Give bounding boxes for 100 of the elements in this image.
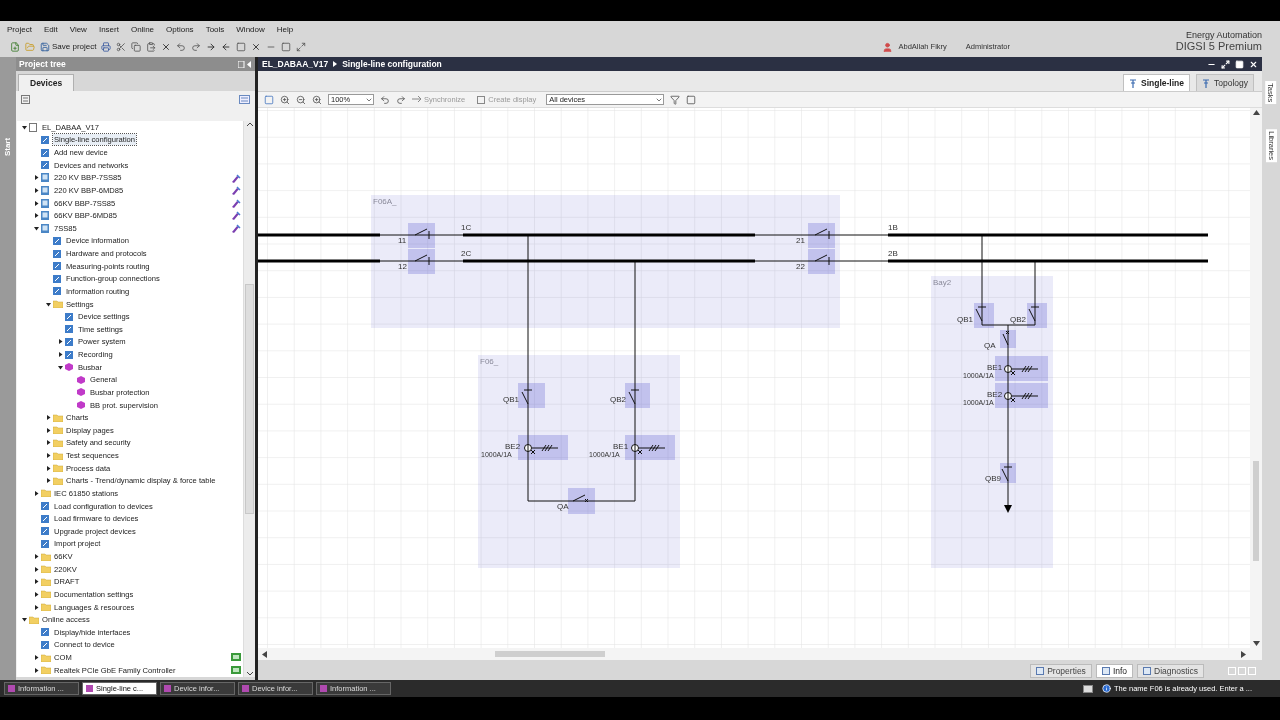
- restore-icon[interactable]: [1221, 59, 1230, 69]
- devices-tab[interactable]: Devices: [18, 74, 75, 91]
- device-label: 21: [796, 236, 805, 245]
- menu-item[interactable]: Options: [165, 24, 195, 36]
- inspector-tab[interactable]: Info: [1095, 664, 1134, 678]
- menu-item[interactable]: Tools: [204, 24, 226, 36]
- busbar[interactable]: [258, 233, 1210, 237]
- close-icon[interactable]: [251, 42, 262, 52]
- expanded-arrow-icon[interactable]: [46, 301, 51, 307]
- breaker-symbol[interactable]: [1000, 330, 1016, 348]
- breadcrumb-item[interactable]: EL_DABAA_V17: [262, 57, 329, 71]
- disconnector-symbol[interactable]: [808, 223, 835, 248]
- collapsed-arrow-icon[interactable]: [46, 415, 51, 421]
- disconnector-symbol[interactable]: [1027, 303, 1047, 328]
- current-transformer-symbol[interactable]: [518, 435, 568, 460]
- delete-icon[interactable]: [161, 42, 172, 52]
- menu-item[interactable]: Online: [129, 24, 156, 36]
- device-label: 22: [796, 262, 805, 271]
- scroll-up-icon[interactable]: [245, 121, 254, 127]
- scrollbar-thumb[interactable]: [1253, 461, 1259, 561]
- collapsed-arrow-icon[interactable]: [34, 579, 39, 585]
- collapse-panel-icon[interactable]: [238, 60, 252, 68]
- menu-item[interactable]: Help: [275, 24, 295, 36]
- menu-item[interactable]: Window: [235, 24, 266, 36]
- disconnector-symbol[interactable]: [408, 249, 435, 274]
- scroll-left-icon[interactable]: [262, 650, 267, 658]
- redo-icon[interactable]: [191, 42, 202, 52]
- zoom-out-icon[interactable]: [296, 94, 306, 105]
- scrollbar-thumb[interactable]: [495, 651, 605, 657]
- inspector-tab[interactable]: Diagnostics: [1137, 664, 1204, 678]
- forward-arrow-icon[interactable]: [206, 42, 217, 52]
- disconnector-symbol[interactable]: [408, 223, 435, 248]
- paste-icon[interactable]: [146, 42, 157, 52]
- collapsed-arrow-icon[interactable]: [58, 352, 63, 358]
- scroll-up-icon[interactable]: [1252, 110, 1260, 115]
- collapsed-arrow-icon[interactable]: [46, 465, 51, 471]
- zoom-area-icon[interactable]: [280, 94, 290, 105]
- collapsed-arrow-icon[interactable]: [34, 213, 39, 219]
- expanded-arrow-icon[interactable]: [58, 364, 63, 370]
- disconnector-symbol[interactable]: [808, 249, 835, 274]
- close-icon[interactable]: [1249, 59, 1258, 69]
- save-project-button[interactable]: Save project: [40, 41, 97, 53]
- rotate-right-icon[interactable]: [396, 94, 406, 105]
- disconnector-symbol[interactable]: [1000, 463, 1016, 483]
- expanded-arrow-icon[interactable]: [22, 617, 27, 623]
- collapsed-arrow-icon[interactable]: [34, 490, 39, 496]
- collapsed-arrow-icon[interactable]: [58, 339, 63, 345]
- message-icon[interactable]: [1083, 684, 1093, 693]
- busbar[interactable]: [258, 259, 1210, 263]
- collapsed-arrow-icon[interactable]: [34, 187, 39, 193]
- rotate-left-icon[interactable]: [380, 94, 390, 105]
- collapsed-arrow-icon[interactable]: [34, 604, 39, 610]
- collapsed-arrow-icon[interactable]: [46, 440, 51, 446]
- filter-icon[interactable]: [670, 94, 681, 105]
- breadcrumb-item[interactable]: Single-line configuration: [342, 57, 442, 71]
- collapsed-arrow-icon[interactable]: [46, 427, 51, 433]
- print-icon[interactable]: [101, 42, 112, 52]
- tab-icon: [1036, 667, 1045, 675]
- back-arrow-icon[interactable]: [221, 42, 232, 52]
- collapsed-arrow-icon[interactable]: [34, 591, 39, 597]
- bay-area[interactable]: [371, 195, 840, 328]
- page-icon: [41, 628, 49, 637]
- disconnector-symbol[interactable]: [625, 383, 650, 408]
- collapsed-arrow-icon[interactable]: [34, 175, 39, 181]
- collapsed-arrow-icon[interactable]: [34, 200, 39, 206]
- device-label: QB1: [503, 395, 519, 404]
- tree-view-icon[interactable]: [21, 95, 30, 104]
- page-icon: [53, 287, 61, 296]
- zoom-in-icon[interactable]: [312, 94, 322, 105]
- list-view-icon[interactable]: [239, 95, 250, 104]
- menu-item[interactable]: View: [68, 24, 88, 36]
- maximize-icon[interactable]: [1235, 59, 1244, 69]
- scrollbar-thumb[interactable]: [245, 284, 254, 514]
- copy-icon[interactable]: [131, 42, 142, 52]
- scroll-down-icon[interactable]: [1252, 641, 1260, 646]
- expanded-arrow-icon[interactable]: [34, 225, 39, 231]
- view-tab[interactable]: Topology: [1195, 74, 1254, 91]
- collapsed-arrow-icon[interactable]: [34, 566, 39, 572]
- collapsed-arrow-icon[interactable]: [34, 655, 39, 661]
- disconnector-symbol[interactable]: [974, 303, 994, 328]
- undo-icon[interactable]: [176, 42, 187, 52]
- disconnector-symbol[interactable]: [518, 383, 545, 408]
- inspector-tab[interactable]: Properties: [1030, 664, 1092, 678]
- menu-item[interactable]: Project: [6, 24, 33, 36]
- tab-icon: [8, 685, 15, 692]
- collapsed-arrow-icon[interactable]: [34, 667, 39, 673]
- collapsed-arrow-icon[interactable]: [46, 453, 51, 459]
- menu-item[interactable]: Edit: [42, 24, 59, 36]
- new-file-icon[interactable]: [10, 42, 20, 52]
- page-icon: [41, 514, 49, 523]
- menu-item[interactable]: Insert: [97, 24, 120, 36]
- expanded-arrow-icon[interactable]: [22, 124, 27, 130]
- cut-icon[interactable]: [116, 42, 127, 52]
- scroll-right-icon[interactable]: [1241, 650, 1246, 658]
- view-tab[interactable]: Single-line: [1123, 74, 1190, 91]
- scroll-down-icon[interactable]: [245, 671, 254, 677]
- breaker-symbol[interactable]: [568, 488, 595, 514]
- user-icon: [882, 41, 894, 53]
- collapsed-arrow-icon[interactable]: [46, 478, 51, 484]
- collapsed-arrow-icon[interactable]: [34, 554, 39, 560]
